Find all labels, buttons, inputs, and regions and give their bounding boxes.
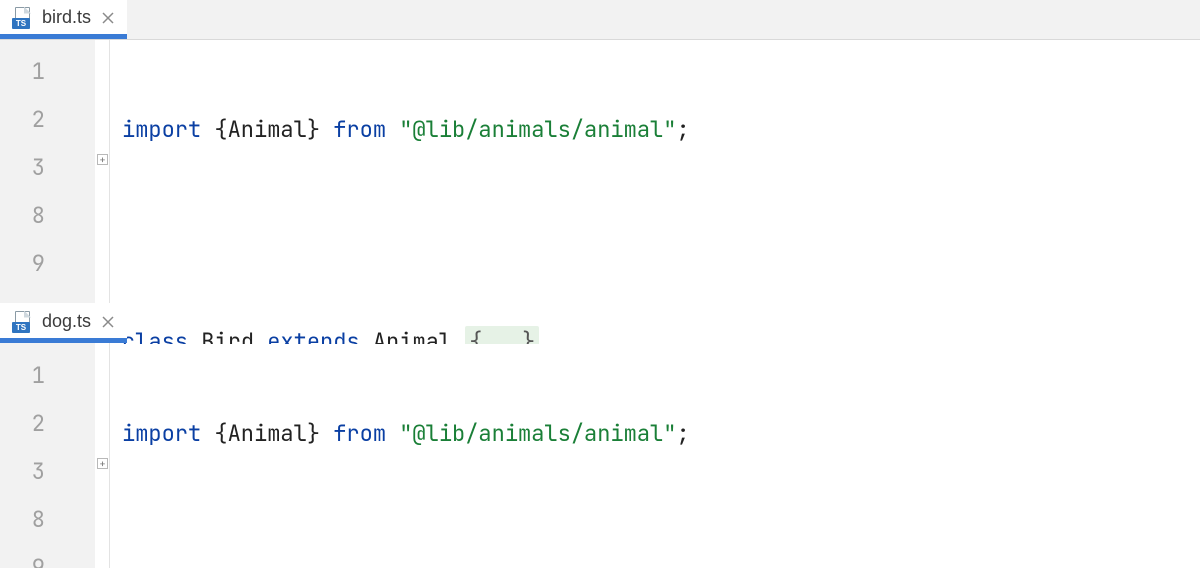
brace-open: { — [214, 419, 227, 448]
typescript-file-icon: TS — [12, 311, 34, 333]
keyword-import: import — [122, 419, 201, 448]
file-tab-label: bird.ts — [42, 7, 91, 28]
code-area[interactable]: import {Animal} from "@lib/animals/anima… — [110, 344, 1200, 568]
code-line-empty — [122, 516, 1200, 564]
file-icon-badge: TS — [12, 18, 30, 29]
code-line: import {Animal} from "@lib/animals/anima… — [122, 106, 1200, 154]
brace-open: { — [214, 115, 227, 144]
line-number-gutter: 1 2 3 8 9 + — [0, 344, 110, 568]
line-number: 9 — [0, 544, 109, 568]
close-icon[interactable] — [99, 313, 117, 331]
line-number: 3 — [0, 144, 109, 192]
identifier-animal: Animal — [228, 419, 307, 448]
editor-pane-0: TS bird.ts 1 2 3 8 9 + import {Animal} f… — [0, 0, 1200, 300]
brace-close: } — [307, 419, 320, 448]
file-tab-dog[interactable]: TS dog.ts — [0, 303, 127, 343]
keyword-from: from — [333, 419, 386, 448]
keyword-import: import — [122, 115, 201, 144]
identifier-animal: Animal — [228, 115, 307, 144]
fold-expand-icon[interactable]: + — [97, 154, 108, 165]
string-literal: "@lib/animals/animal" — [399, 115, 676, 144]
line-number: 8 — [0, 496, 109, 544]
fold-column: + — [95, 344, 109, 568]
semicolon: ; — [676, 115, 689, 144]
fold-expand-icon[interactable]: + — [97, 458, 108, 469]
brace-close: } — [307, 115, 320, 144]
tab-bar: TS bird.ts — [0, 0, 1200, 40]
line-number: 1 — [0, 48, 109, 96]
file-tab-label: dog.ts — [42, 311, 91, 332]
typescript-file-icon: TS — [12, 7, 34, 29]
code-line: import {Animal} from "@lib/animals/anima… — [122, 410, 1200, 458]
line-number: 1 — [0, 352, 109, 400]
semicolon: ; — [676, 419, 689, 448]
string-literal: "@lib/animals/animal" — [399, 419, 676, 448]
line-number: 8 — [0, 192, 109, 240]
code-line-empty — [122, 212, 1200, 260]
line-number: 2 — [0, 96, 109, 144]
file-tab-bird[interactable]: TS bird.ts — [0, 0, 127, 39]
line-number: 9 — [0, 240, 109, 288]
file-icon-badge: TS — [12, 322, 30, 333]
keyword-from: from — [333, 115, 386, 144]
line-number: 3 — [0, 448, 109, 496]
line-number: 2 — [0, 400, 109, 448]
close-icon[interactable] — [99, 9, 117, 27]
code-editor[interactable]: 1 2 3 8 9 + import {Animal} from "@lib/a… — [0, 344, 1200, 568]
